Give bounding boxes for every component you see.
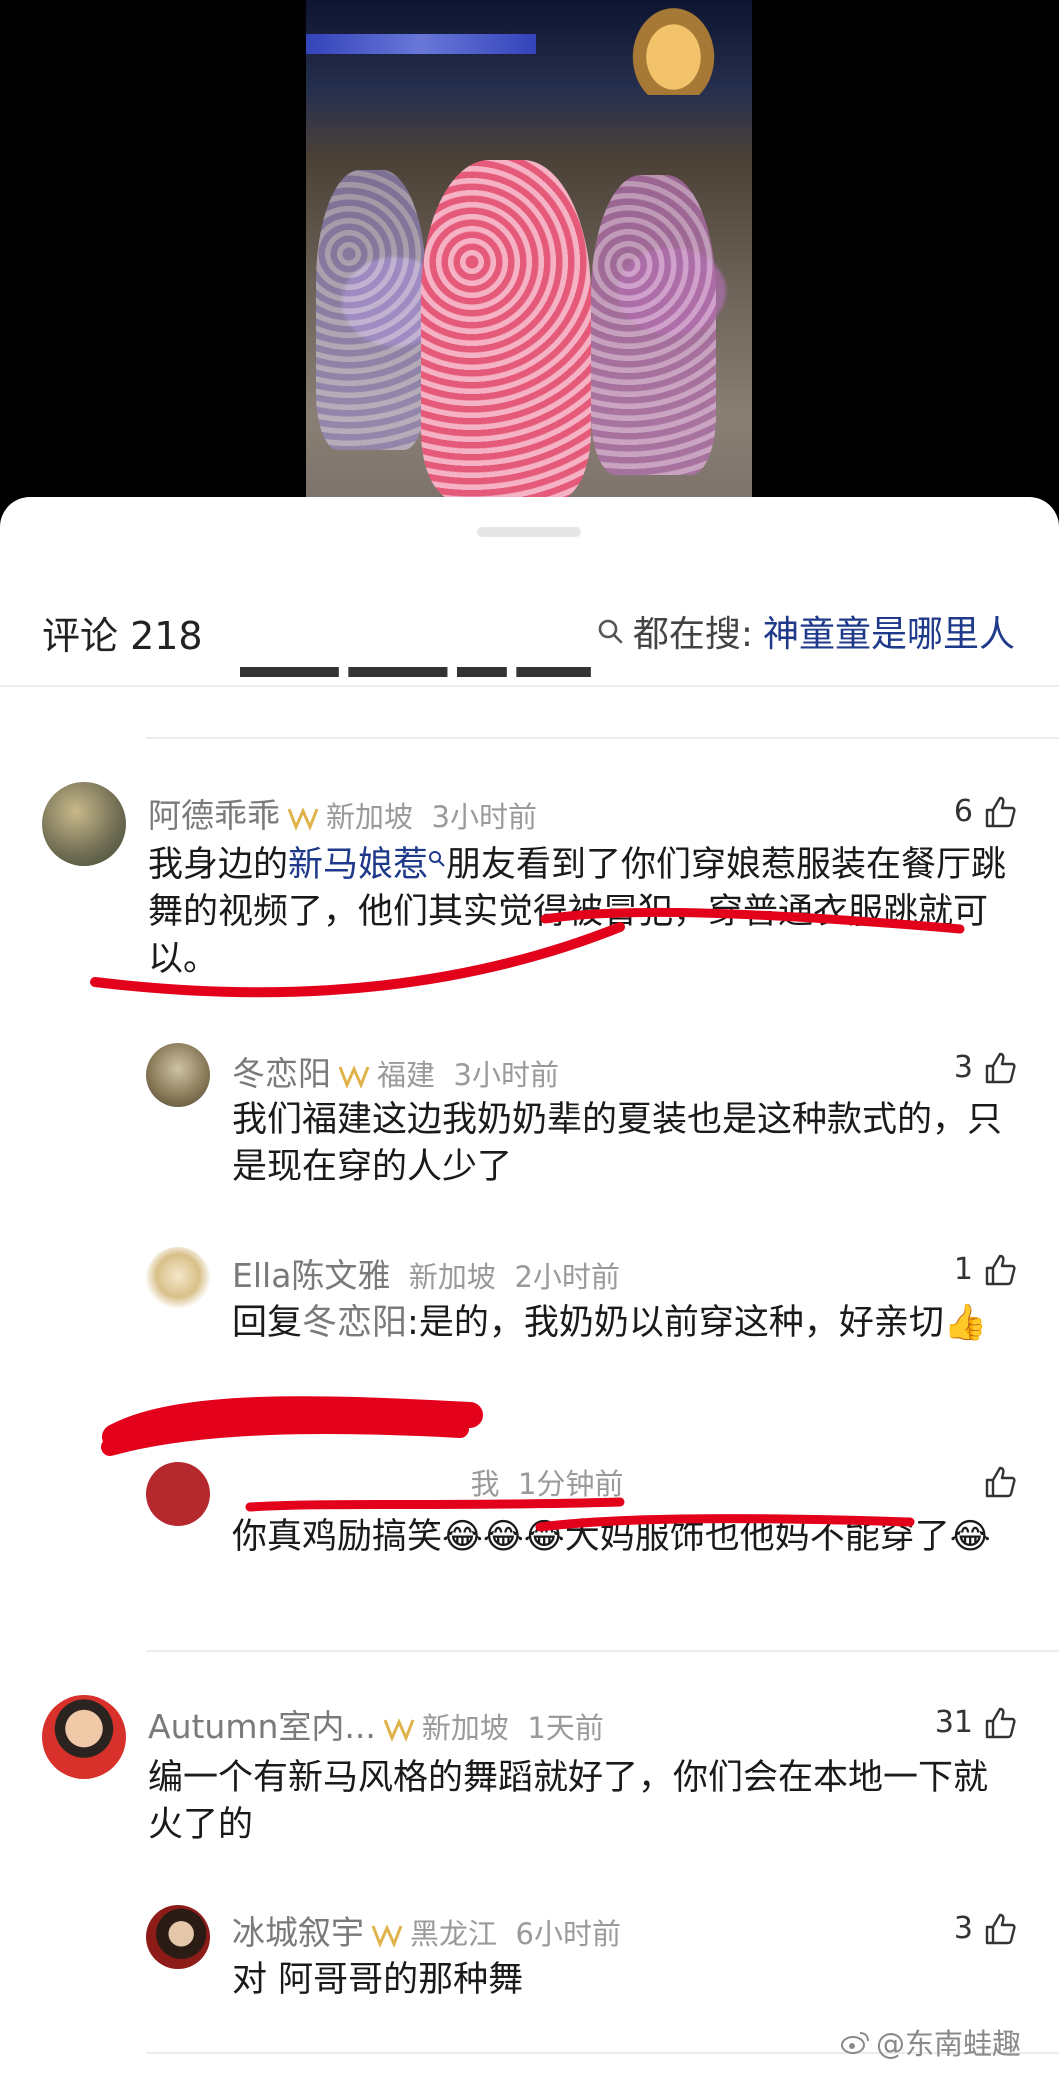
merlion-statue <box>626 0 721 95</box>
reply-time: 2小时前 <box>514 1260 620 1294</box>
divider <box>146 737 1059 739</box>
comment-author[interactable]: Autumn室内... 新加坡 1天前 <box>148 1700 604 1748</box>
username[interactable]: 冰城叙宇 <box>232 1913 364 1952</box>
comment-author[interactable]: 阿德乖乖 新加坡 3小时前 <box>148 789 537 837</box>
thumbs-up-icon <box>985 1254 1016 1285</box>
weibo-watermark: @东南蛙趣 <box>840 2021 1021 2063</box>
reply-time: 6小时前 <box>515 1917 621 1951</box>
reply-text: 你真鸡励搞笑😂😂😂大妈服饰也他妈不能穿了😂 <box>232 1517 991 1557</box>
magnifier-icon <box>598 619 623 644</box>
comment-sheet: 评论 218 都在搜: 神童童是哪里人 ▀▀▀▀ ▀▀▀▀ ▀▀ ▀▀▀ 阿德乖… <box>0 497 1059 2073</box>
like-count: 3 <box>953 1911 973 1946</box>
like-count: 31 <box>934 1705 973 1740</box>
like-button[interactable]: 6 <box>954 794 1017 829</box>
reply-location: 新加坡 <box>408 1260 496 1294</box>
thumbs-up-icon <box>985 1052 1016 1083</box>
reply-text-part: :是的，我奶奶以前穿这种，好亲切👍 <box>407 1303 988 1343</box>
reply-location: 福建 <box>377 1058 436 1092</box>
like-button[interactable] <box>973 1465 1017 1499</box>
username[interactable]: 阿德乖乖 <box>148 796 280 835</box>
reply-location: 我 <box>470 1467 500 1501</box>
reply-location: 黑龙江 <box>410 1917 498 1951</box>
thumbs-up-icon <box>985 1466 1016 1498</box>
comment-time: 3小时前 <box>431 800 537 834</box>
reply-time: 3小时前 <box>453 1058 559 1092</box>
avatar[interactable] <box>146 1462 210 1526</box>
avatar[interactable] <box>146 1043 210 1107</box>
like-button[interactable]: 3 <box>954 1911 1017 1946</box>
like-count: 6 <box>953 794 973 829</box>
vip-badge-icon <box>338 1064 370 1089</box>
like-count: 1 <box>953 1252 973 1287</box>
comment-location: 新加坡 <box>421 1711 509 1745</box>
comment-time: 1天前 <box>527 1711 604 1745</box>
vip-badge-icon <box>371 1923 403 1948</box>
thumbs-up-icon <box>985 796 1016 827</box>
avatar[interactable] <box>146 1247 210 1311</box>
video-player[interactable] <box>306 0 752 520</box>
weibo-logo-icon <box>840 2032 869 2054</box>
avatar[interactable] <box>146 1905 210 1969</box>
username[interactable]: 冬恋阳 <box>232 1054 331 1093</box>
thumbs-up-icon <box>985 1707 1016 1738</box>
username[interactable]: Autumn室内... <box>148 1707 376 1746</box>
reply-author[interactable]: 冰城叙宇 黑龙江 6小时前 <box>232 1906 621 1954</box>
reply-prefix: 回复 <box>232 1303 303 1343</box>
vip-badge-icon <box>383 1717 415 1742</box>
dancer-center <box>421 160 591 500</box>
reply-to-user[interactable]: 冬恋阳 <box>302 1303 407 1343</box>
like-button[interactable]: 31 <box>935 1705 1017 1740</box>
divider <box>146 1650 1059 1652</box>
trending-search[interactable]: 都在搜: 神童童是哪里人 <box>597 605 1015 657</box>
reply-time: 1分钟前 <box>518 1467 624 1501</box>
like-count: 3 <box>953 1050 973 1085</box>
trending-search-prefix: 都在搜: <box>632 614 753 655</box>
watermark-text: @东南蛙趣 <box>875 2027 1021 2061</box>
scrolled-comment-fragment: ▀▀▀▀ ▀▀▀▀ ▀▀ ▀▀▀ <box>240 667 591 695</box>
comments-count-title: 评论 218 <box>42 614 203 658</box>
reply-author[interactable]: 冬恋阳 福建 3小时前 <box>232 1047 559 1095</box>
reply-author[interactable]: 我 1分钟前 <box>232 1461 624 1503</box>
like-button[interactable]: 3 <box>954 1050 1017 1085</box>
vip-badge-icon <box>287 806 319 831</box>
comment-location: 新加坡 <box>326 800 414 834</box>
comment-text: 编一个有新马风格的舞蹈就好了，你们会在本地一下就火了的 <box>148 1758 989 1845</box>
comment-text-part: 我身边的 <box>148 845 289 885</box>
avatar[interactable] <box>42 1695 126 1779</box>
dancer-right <box>591 175 716 475</box>
skyline-lights <box>306 34 536 54</box>
drag-handle[interactable] <box>477 527 581 537</box>
search-icon <box>429 851 445 867</box>
username[interactable]: Ella陈文雅 <box>232 1256 390 1295</box>
reply-text: 对 阿哥哥的那种舞 <box>232 1960 524 2000</box>
reply-text: 回复冬恋阳:是的，我奶奶以前穿这种，好亲切👍 <box>232 1300 1022 1347</box>
avatar[interactable] <box>42 782 126 866</box>
dancer-left <box>316 170 426 450</box>
trending-search-query[interactable]: 神童童是哪里人 <box>763 605 1015 657</box>
comment-text: 我身边的新马娘惹 朋友看到了你们穿娘惹服装在餐厅跳舞的视频了，他们其实觉得被冒犯，… <box>148 842 1018 983</box>
like-button[interactable]: 1 <box>954 1252 1017 1287</box>
thumbs-up-icon <box>985 1913 1016 1944</box>
reply-author[interactable]: Ella陈文雅 新加坡 2小时前 <box>232 1249 620 1297</box>
reply-text: 我们福建这边我奶奶辈的夏装也是这种款式的，只是现在穿的人少了 <box>232 1100 1003 1187</box>
topic-link[interactable]: 新马娘惹 <box>288 845 428 885</box>
